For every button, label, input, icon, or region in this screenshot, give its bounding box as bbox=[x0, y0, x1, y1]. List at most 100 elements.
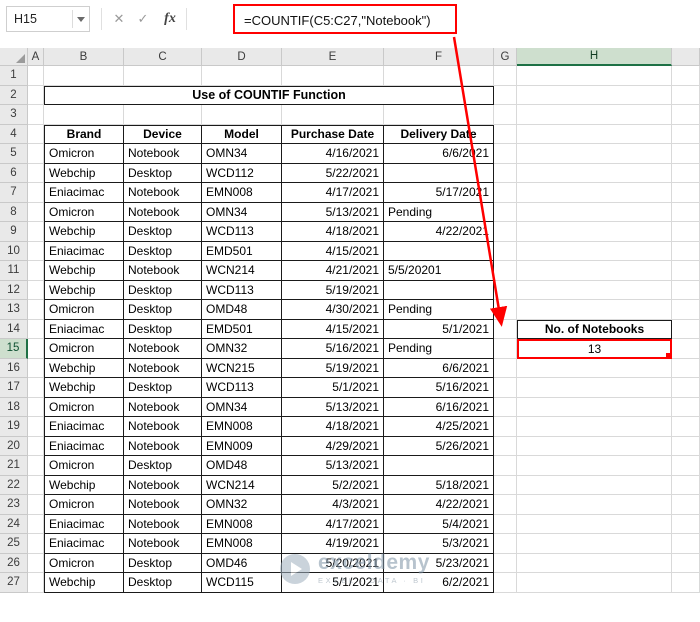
cell-g12[interactable] bbox=[494, 280, 517, 300]
cell-b12[interactable]: Webchip bbox=[44, 280, 124, 300]
cell-b18[interactable]: Omicron bbox=[44, 397, 124, 417]
cell-b5[interactable]: Omicron bbox=[44, 144, 124, 164]
row-header-23[interactable]: 23 bbox=[0, 495, 28, 515]
cell-f22[interactable]: 5/18/2021 bbox=[384, 475, 494, 495]
cell-g3[interactable] bbox=[494, 105, 517, 125]
cell-a11[interactable] bbox=[28, 261, 44, 281]
cell-d6[interactable]: WCD112 bbox=[202, 163, 282, 183]
cell-f20[interactable]: 5/26/2021 bbox=[384, 436, 494, 456]
insert-function-icon[interactable]: fx bbox=[158, 6, 182, 32]
cell-a9[interactable] bbox=[28, 222, 44, 242]
active-cell-h15[interactable]: 13 bbox=[517, 339, 672, 359]
cell-e13[interactable]: 4/30/2021 bbox=[282, 300, 384, 320]
cell-h22[interactable] bbox=[517, 475, 672, 495]
cell-h9[interactable] bbox=[517, 222, 672, 242]
table-header-f4[interactable]: Delivery Date bbox=[384, 124, 494, 144]
column-header-h[interactable]: H bbox=[517, 48, 672, 66]
cell-e11[interactable]: 4/21/2021 bbox=[282, 261, 384, 281]
cell-g24[interactable] bbox=[494, 514, 517, 534]
cell-g8[interactable] bbox=[494, 202, 517, 222]
cell-h18[interactable] bbox=[517, 397, 672, 417]
cell-a17[interactable] bbox=[28, 378, 44, 398]
cell-b15[interactable]: Omicron bbox=[44, 339, 124, 359]
cell-c9[interactable]: Desktop bbox=[124, 222, 202, 242]
cell-a2[interactable] bbox=[28, 85, 44, 105]
cell-b9[interactable]: Webchip bbox=[44, 222, 124, 242]
row-header-11[interactable]: 11 bbox=[0, 261, 28, 281]
cell-g22[interactable] bbox=[494, 475, 517, 495]
column-header-d[interactable]: D bbox=[202, 48, 282, 66]
row-header-5[interactable]: 5 bbox=[0, 144, 28, 164]
cell-c15[interactable]: Notebook bbox=[124, 339, 202, 359]
table-header-d4[interactable]: Model bbox=[202, 124, 282, 144]
column-header-f[interactable]: F bbox=[384, 48, 494, 66]
cell-e3[interactable] bbox=[282, 105, 384, 125]
cell-h1[interactable] bbox=[517, 66, 672, 86]
cell-b20[interactable]: Eniacimac bbox=[44, 436, 124, 456]
cell-f18[interactable]: 6/16/2021 bbox=[384, 397, 494, 417]
cell-a25[interactable] bbox=[28, 534, 44, 554]
column-header-e[interactable]: E bbox=[282, 48, 384, 66]
row-header-19[interactable]: 19 bbox=[0, 417, 28, 437]
cell-h27[interactable] bbox=[517, 573, 672, 593]
cell-a4[interactable] bbox=[28, 124, 44, 144]
column-header-g[interactable]: G bbox=[494, 48, 517, 66]
cell-e27[interactable]: 5/1/2021 bbox=[282, 573, 384, 593]
cell-h8[interactable] bbox=[517, 202, 672, 222]
row-header-13[interactable]: 13 bbox=[0, 300, 28, 320]
cell-b25[interactable]: Eniacimac bbox=[44, 534, 124, 554]
cell-e21[interactable]: 5/13/2021 bbox=[282, 456, 384, 476]
cell-c12[interactable]: Desktop bbox=[124, 280, 202, 300]
cell-d8[interactable]: OMN34 bbox=[202, 202, 282, 222]
cell-c1[interactable] bbox=[124, 66, 202, 86]
row-header-16[interactable]: 16 bbox=[0, 358, 28, 378]
cell-f25[interactable]: 5/3/2021 bbox=[384, 534, 494, 554]
row-header-9[interactable]: 9 bbox=[0, 222, 28, 242]
cell-d18[interactable]: OMN34 bbox=[202, 397, 282, 417]
cell-c24[interactable]: Notebook bbox=[124, 514, 202, 534]
cell-d16[interactable]: WCN215 bbox=[202, 358, 282, 378]
cell-d17[interactable]: WCD113 bbox=[202, 378, 282, 398]
cell-g15[interactable] bbox=[494, 339, 517, 359]
cell-d11[interactable]: WCN214 bbox=[202, 261, 282, 281]
cell-h20[interactable] bbox=[517, 436, 672, 456]
cell-g9[interactable] bbox=[494, 222, 517, 242]
cell-d23[interactable]: OMN32 bbox=[202, 495, 282, 515]
cell-f5[interactable]: 6/6/2021 bbox=[384, 144, 494, 164]
row-header-26[interactable]: 26 bbox=[0, 553, 28, 573]
cell-d9[interactable]: WCD113 bbox=[202, 222, 282, 242]
table-header-c4[interactable]: Device bbox=[124, 124, 202, 144]
worksheet-title[interactable]: Use of COUNTIF Function bbox=[44, 85, 494, 105]
cell-f11[interactable]: 5/5/20201 bbox=[384, 261, 494, 281]
cell-d25[interactable]: EMN008 bbox=[202, 534, 282, 554]
name-box[interactable]: H15 bbox=[6, 6, 90, 32]
cell-c10[interactable]: Desktop bbox=[124, 241, 202, 261]
cell-b22[interactable]: Webchip bbox=[44, 475, 124, 495]
row-header-6[interactable]: 6 bbox=[0, 163, 28, 183]
cell-f13[interactable]: Pending bbox=[384, 300, 494, 320]
cell-a5[interactable] bbox=[28, 144, 44, 164]
cell-h16[interactable] bbox=[517, 358, 672, 378]
cell-a3[interactable] bbox=[28, 105, 44, 125]
cell-f26[interactable]: 5/23/2021 bbox=[384, 553, 494, 573]
row-header-12[interactable]: 12 bbox=[0, 280, 28, 300]
cell-g20[interactable] bbox=[494, 436, 517, 456]
cell-a6[interactable] bbox=[28, 163, 44, 183]
row-header-22[interactable]: 22 bbox=[0, 475, 28, 495]
cell-f6[interactable] bbox=[384, 163, 494, 183]
cell-h24[interactable] bbox=[517, 514, 672, 534]
cell-b17[interactable]: Webchip bbox=[44, 378, 124, 398]
cell-f8[interactable]: Pending bbox=[384, 202, 494, 222]
cell-d10[interactable]: EMD501 bbox=[202, 241, 282, 261]
cell-a13[interactable] bbox=[28, 300, 44, 320]
cell-b26[interactable]: Omicron bbox=[44, 553, 124, 573]
cell-c25[interactable]: Notebook bbox=[124, 534, 202, 554]
cell-f9[interactable]: 4/22/2021 bbox=[384, 222, 494, 242]
cell-h10[interactable] bbox=[517, 241, 672, 261]
cell-a20[interactable] bbox=[28, 436, 44, 456]
row-header-27[interactable]: 27 bbox=[0, 573, 28, 593]
cell-a21[interactable] bbox=[28, 456, 44, 476]
cell-f24[interactable]: 5/4/2021 bbox=[384, 514, 494, 534]
cell-f15[interactable]: Pending bbox=[384, 339, 494, 359]
cell-g1[interactable] bbox=[494, 66, 517, 86]
